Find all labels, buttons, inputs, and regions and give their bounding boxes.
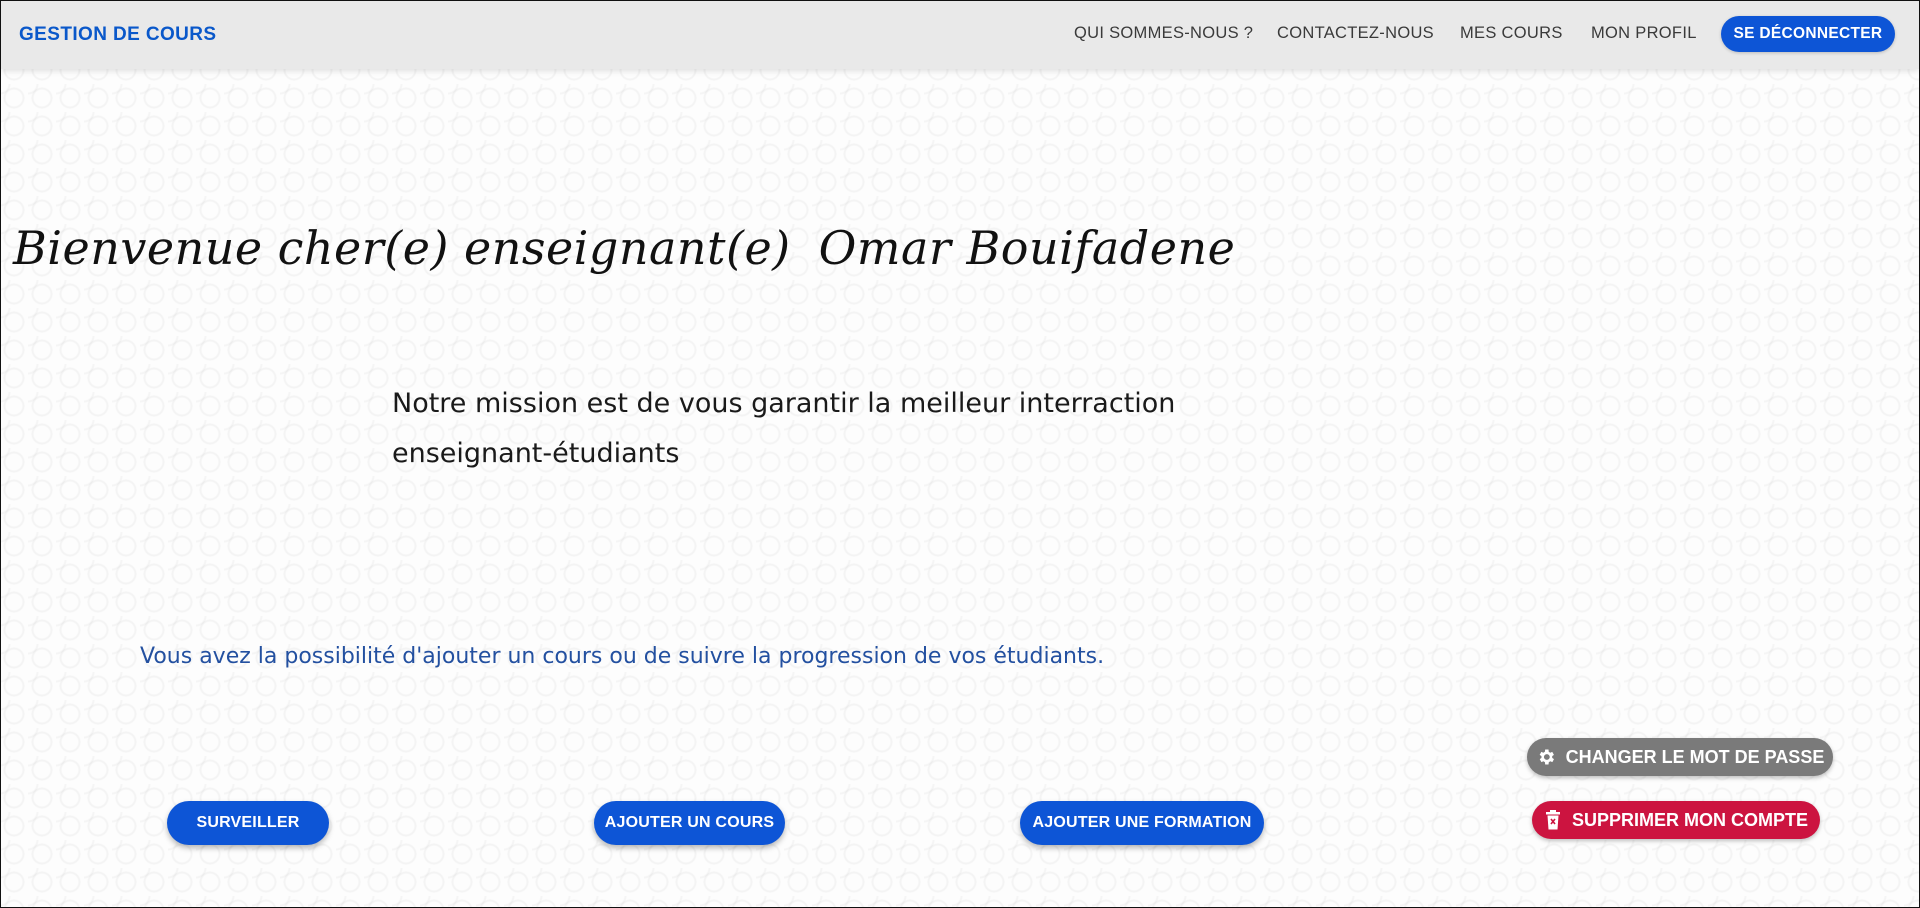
trash-icon <box>1544 810 1562 830</box>
add-course-button[interactable]: AJOUTER UN COURS <box>594 801 785 845</box>
delete-account-button[interactable]: SUPPRIMER MON COMPTE <box>1532 801 1820 839</box>
top-navbar: GESTION DE COURS QUI SOMMES-NOUS ? CONTA… <box>1 1 1919 69</box>
nav-link-mes-cours[interactable]: MES COURS <box>1460 24 1563 43</box>
nav-link-contactez-nous[interactable]: CONTACTEZ-NOUS <box>1277 24 1434 43</box>
surveiller-button[interactable]: SURVEILLER <box>167 801 329 845</box>
welcome-heading: Bienvenue cher(e) enseignant(e) Omar Boui… <box>13 221 1235 275</box>
delete-account-label: SUPPRIMER MON COMPTE <box>1571 809 1808 830</box>
add-training-button[interactable]: AJOUTER UNE FORMATION <box>1020 801 1264 845</box>
logout-button[interactable]: SE DÉCONNECTER <box>1721 16 1895 52</box>
teacher-name: Omar Bouifadene <box>818 221 1236 275</box>
nav-link-qui-sommes-nous[interactable]: QUI SOMMES-NOUS ? <box>1074 24 1253 43</box>
possibility-text: Vous avez la possibilité d'ajouter un co… <box>140 644 1105 669</box>
gear-icon <box>1536 747 1556 767</box>
nav-link-mon-profil[interactable]: MON PROFIL <box>1591 24 1697 43</box>
brand-link[interactable]: GESTION DE COURS <box>19 24 216 46</box>
mission-statement: Notre mission est de vous garantir la me… <box>392 388 1176 469</box>
welcome-greeting: Bienvenue cher(e) enseignant(e) <box>13 221 791 275</box>
change-password-button[interactable]: CHANGER LE MOT DE PASSE <box>1527 738 1833 776</box>
change-password-label: CHANGER LE MOT DE PASSE <box>1565 746 1825 767</box>
